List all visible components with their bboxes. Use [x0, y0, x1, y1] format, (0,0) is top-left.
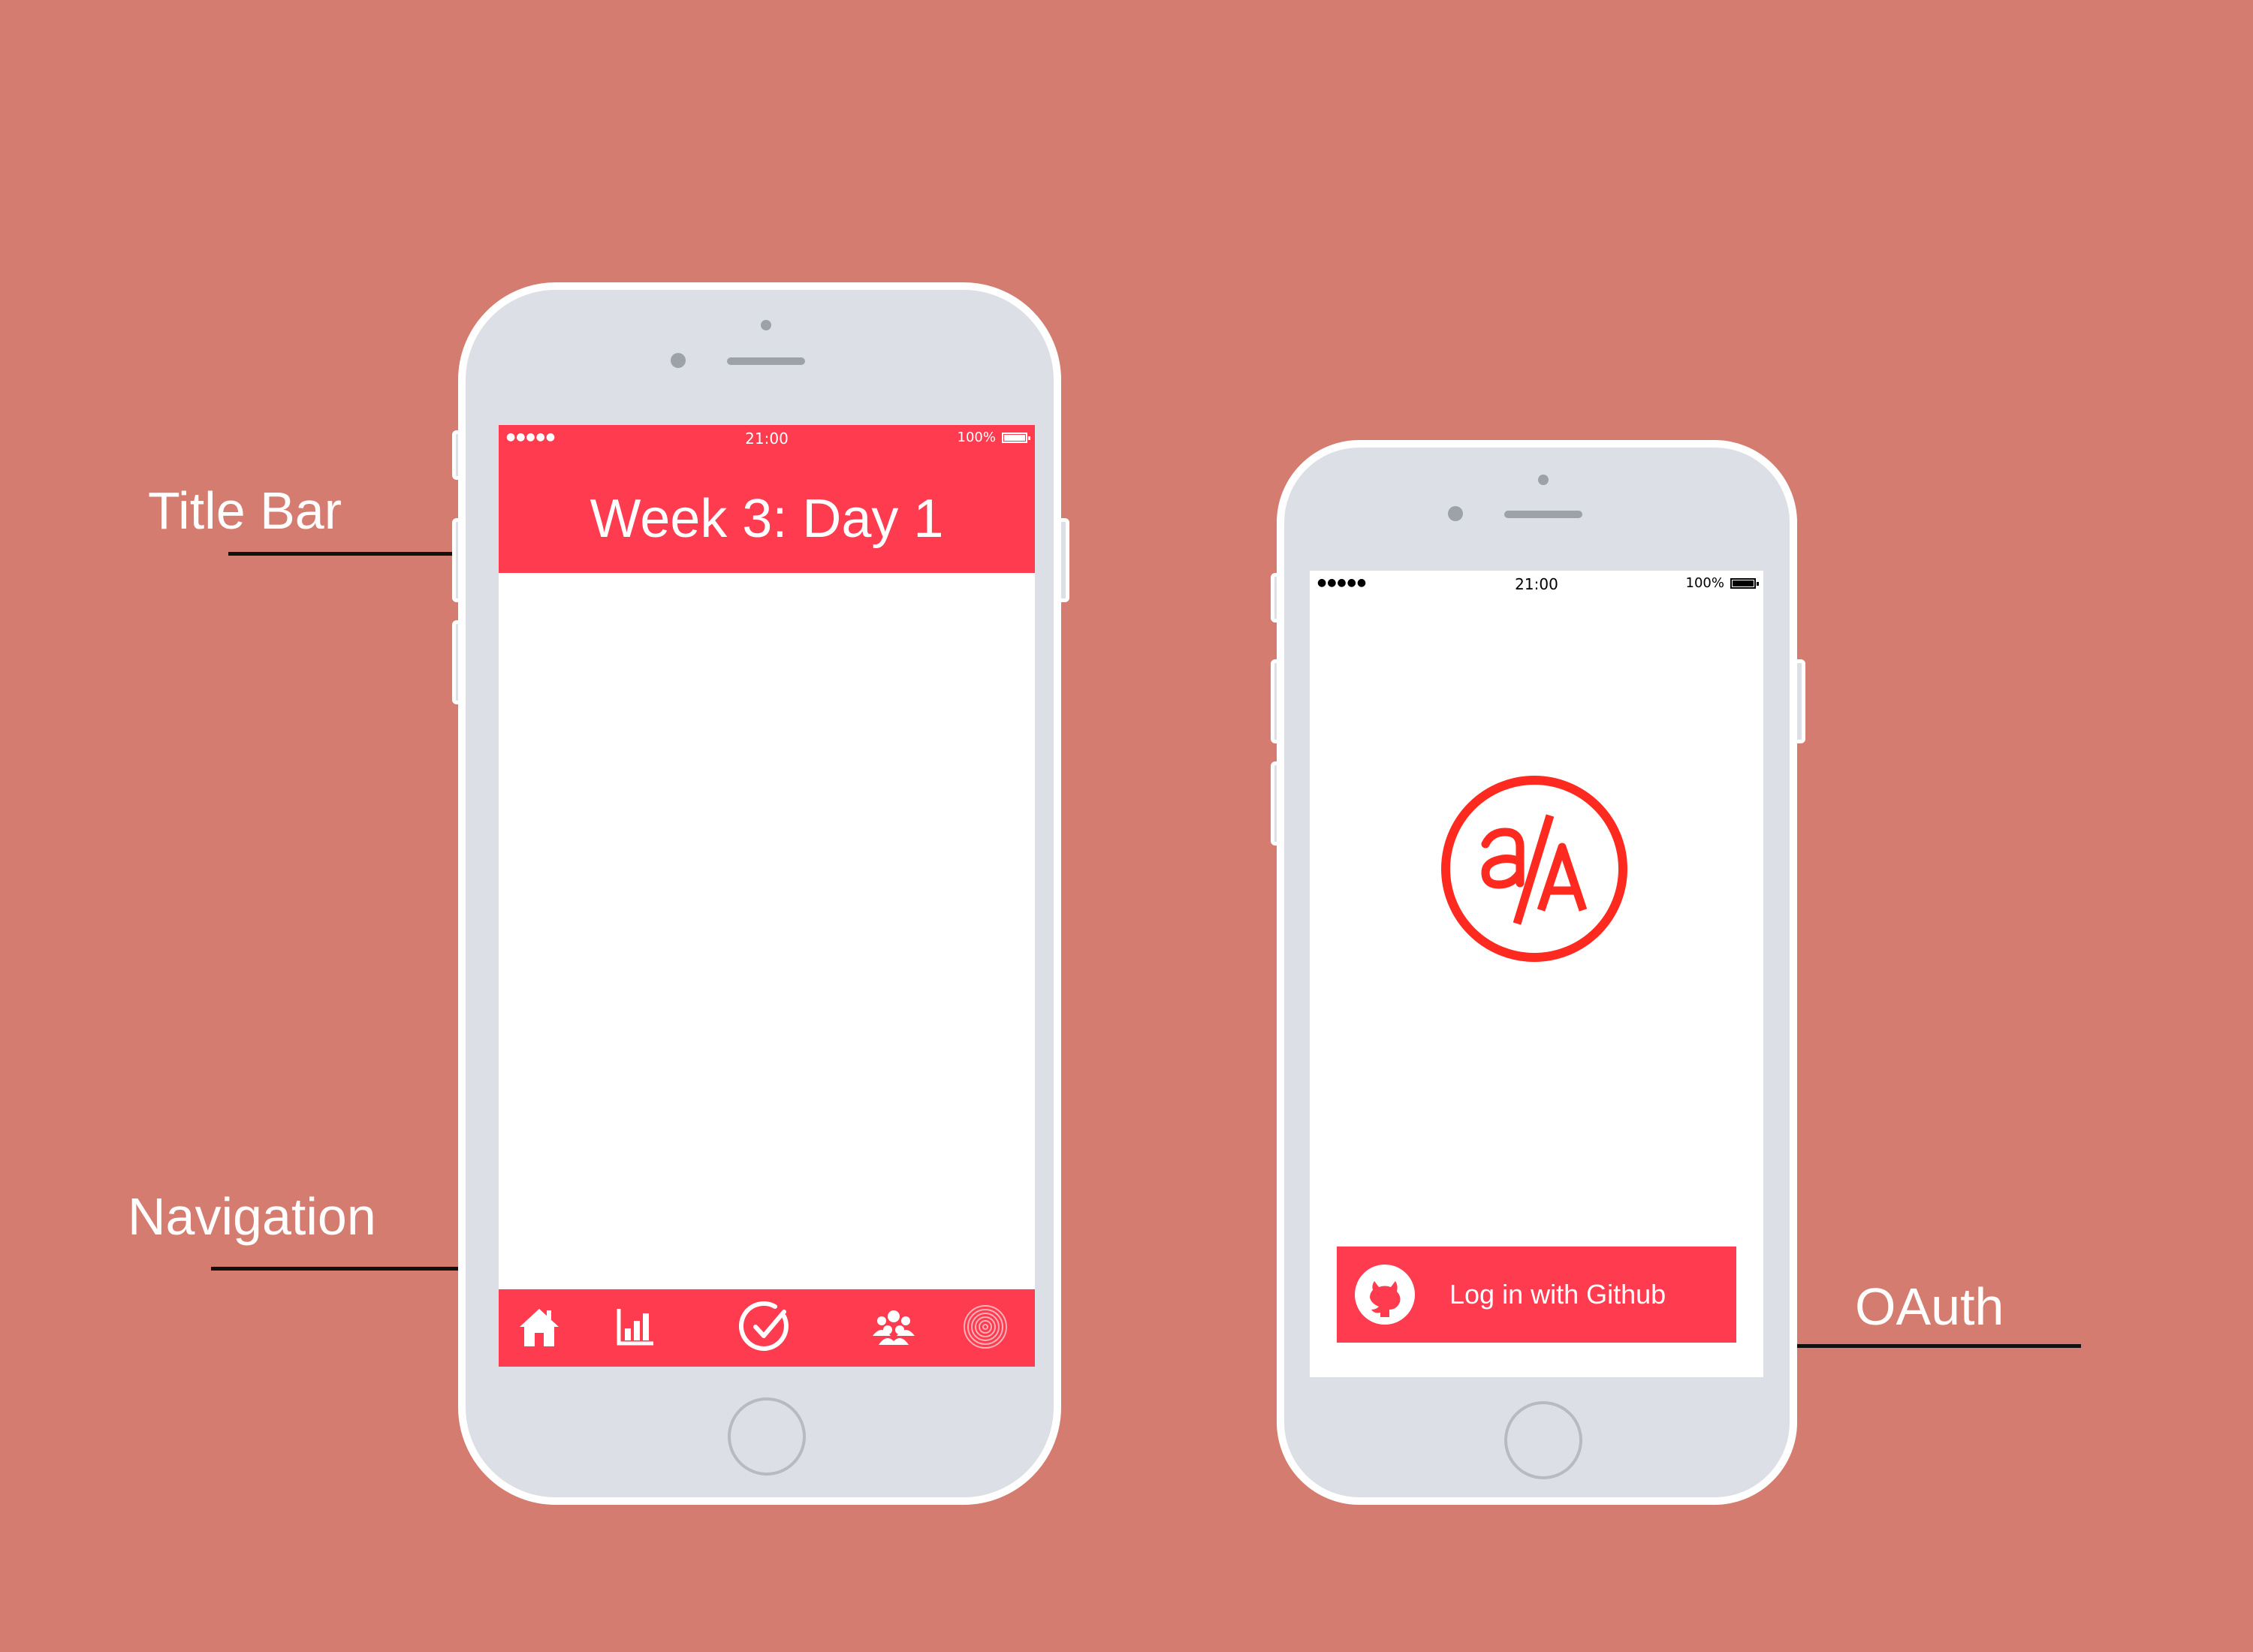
right-phone-speaker — [1504, 511, 1582, 518]
battery-icon — [1730, 577, 1759, 589]
app-logo — [1439, 773, 1630, 964]
battery-status: 100% — [1685, 575, 1759, 591]
home-icon[interactable] — [515, 1303, 563, 1351]
left-phone-camera — [761, 320, 771, 330]
battery-status: 100% — [957, 430, 1030, 445]
left-phone-home-button[interactable] — [728, 1397, 806, 1476]
battery-icon — [1002, 432, 1030, 443]
right-phone: ●●●●● 21:00 100% Log in with Github — [1277, 440, 1797, 1505]
page-title: Week 3: Day 1 — [590, 489, 944, 549]
battery-percent: 100% — [1685, 575, 1724, 591]
status-bar: ●●●●● 21:00 100% — [1310, 571, 1763, 599]
left-phone: ●●●●● 21:00 100% Week 3: Day 1 — [458, 282, 1061, 1505]
annotation-oauth: OAuth — [1855, 1277, 2004, 1336]
left-phone-sensor — [671, 353, 686, 368]
right-phone-screen: ●●●●● 21:00 100% Log in with Github — [1310, 571, 1763, 1377]
github-icon — [1353, 1263, 1416, 1326]
bottom-navigation — [499, 1289, 1035, 1367]
group-icon[interactable] — [870, 1303, 918, 1351]
status-bar: ●●●●● 21:00 100% — [499, 425, 1035, 454]
annotation-navigation: Navigation — [128, 1187, 376, 1246]
left-phone-screen: ●●●●● 21:00 100% Week 3: Day 1 — [499, 425, 1035, 1367]
fingerprint-icon[interactable] — [961, 1303, 1009, 1351]
check-circle-icon[interactable] — [738, 1300, 793, 1354]
title-bar: ●●●●● 21:00 100% Week 3: Day 1 — [499, 425, 1035, 573]
right-phone-home-button[interactable] — [1504, 1401, 1582, 1479]
left-phone-speaker — [727, 357, 805, 365]
github-login-button[interactable]: Log in with Github — [1337, 1247, 1736, 1343]
right-phone-sensor — [1448, 506, 1463, 521]
annotation-title-bar: Title Bar — [148, 481, 342, 540]
right-phone-camera — [1538, 475, 1549, 485]
status-time: 21:00 — [745, 430, 789, 448]
github-login-label: Log in with Github — [1449, 1279, 1666, 1310]
battery-percent: 100% — [957, 430, 996, 445]
bar-chart-icon[interactable] — [611, 1303, 659, 1351]
